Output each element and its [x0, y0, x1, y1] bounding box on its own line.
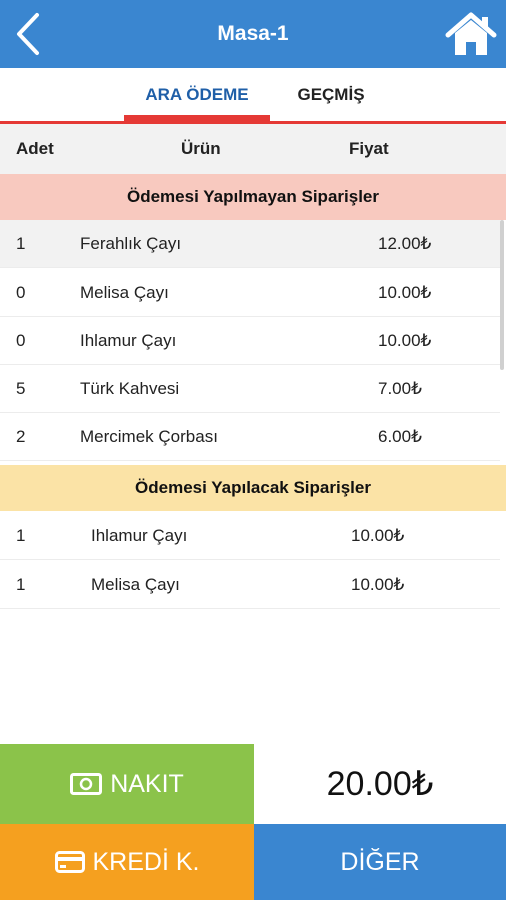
table-row[interactable]: 1 Melisa Çayı 10.00₺ [0, 561, 500, 609]
tab-ara-odeme[interactable]: ARA ÖDEME [124, 68, 270, 124]
row-product: Ihlamur Çayı [91, 526, 188, 545]
top-app-bar: Masa-1 [0, 0, 506, 68]
home-icon [445, 12, 497, 55]
cash-payment-label: NAKIT [110, 769, 184, 798]
row-product: Melisa Çayı [80, 283, 169, 302]
row-price: 10.00₺ [351, 526, 405, 545]
row-qty: 2 [16, 427, 26, 446]
row-product: Mercimek Çorbası [80, 427, 218, 446]
tab-gecmis[interactable]: GEÇMİŞ [276, 68, 386, 121]
row-price: 7.00₺ [378, 379, 422, 398]
row-price: 10.00₺ [378, 283, 432, 302]
table-row[interactable]: 5 Türk Kahvesi 7.00₺ [0, 365, 500, 413]
credit-card-icon [54, 851, 85, 873]
table-row[interactable]: 0 Melisa Çayı 10.00₺ [0, 269, 500, 317]
table-row[interactable]: 2 Mercimek Çorbası 6.00₺ [0, 413, 500, 461]
row-product: Ferahlık Çayı [80, 234, 182, 253]
scrollbar[interactable] [500, 220, 504, 370]
row-product: Türk Kahvesi [80, 379, 180, 398]
section-unpaid-orders: Ödemesi Yapılmayan Siparişler [0, 174, 506, 220]
other-payment-button[interactable]: DİĞER [254, 824, 506, 900]
table-row[interactable]: 1 Ihlamur Çayı 10.00₺ [0, 512, 500, 560]
row-price: 10.00₺ [351, 575, 405, 594]
banknote-icon [70, 773, 103, 795]
row-qty: 0 [16, 283, 26, 302]
row-qty: 1 [16, 575, 26, 594]
payment-total: 20.00₺ [254, 744, 506, 824]
column-header-adet: Adet [16, 139, 54, 158]
table-row[interactable]: 0 Ihlamur Çayı 10.00₺ [0, 317, 500, 365]
cash-payment-button[interactable]: NAKIT [0, 744, 254, 824]
column-header-urun: Ürün [181, 139, 221, 158]
row-qty: 1 [16, 234, 26, 253]
credit-card-payment-label: KREDİ K. [92, 847, 200, 876]
table-row[interactable]: 1 Ferahlık Çayı 12.00₺ [0, 220, 500, 268]
credit-card-payment-button[interactable]: KREDİ K. [0, 824, 254, 900]
home-button[interactable] [444, 10, 498, 58]
row-price: 12.00₺ [378, 234, 432, 253]
section-orders-to-pay: Ödemesi Yapılacak Siparişler [0, 465, 506, 511]
row-product: Melisa Çayı [91, 575, 180, 594]
row-qty: 0 [16, 331, 26, 350]
tab-bar: ARA ÖDEME GEÇMİŞ [0, 68, 506, 124]
page-title: Masa-1 [217, 22, 289, 45]
row-qty: 1 [16, 526, 26, 545]
row-product: Ihlamur Çayı [80, 331, 177, 350]
row-price: 6.00₺ [378, 427, 422, 446]
table-header: Adet Ürün Fiyat [0, 124, 506, 174]
row-price: 10.00₺ [378, 331, 432, 350]
column-header-fiyat: Fiyat [349, 139, 389, 158]
row-qty: 5 [16, 379, 26, 398]
